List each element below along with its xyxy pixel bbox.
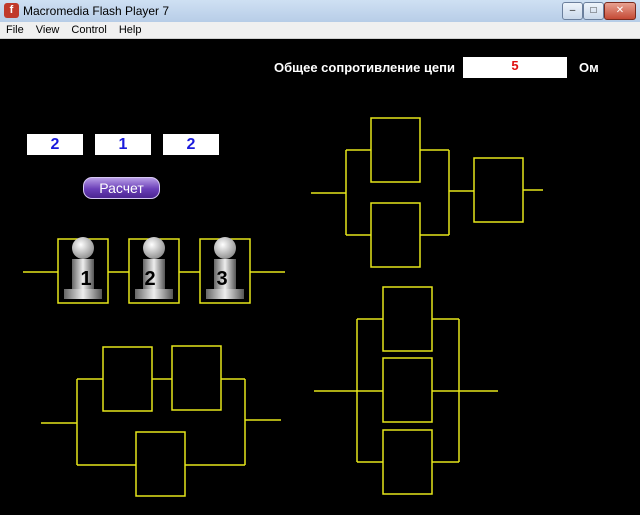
circuit-top-right [311, 117, 543, 268]
resistance-input-2[interactable] [95, 134, 151, 155]
bulb-number: 3 [216, 268, 227, 290]
total-resistance-label: Общее сопротивление цепи [274, 60, 456, 75]
calculate-button[interactable]: Расчет [83, 177, 160, 199]
circuit-bottom-left [41, 345, 281, 497]
unit-label: Ом [579, 60, 599, 75]
resistor-box[interactable] [370, 117, 421, 183]
resistor-box[interactable] [102, 346, 153, 412]
resistor-box[interactable] [382, 429, 433, 495]
total-resistance-output: 5 [463, 57, 567, 78]
resistance-input-1[interactable] [27, 134, 83, 155]
resistor-box[interactable] [382, 357, 433, 423]
bulb-number: 2 [144, 268, 155, 290]
resistor-box[interactable] [171, 345, 222, 411]
circuit-bottom-right [314, 286, 498, 495]
resistor-box[interactable] [473, 157, 524, 223]
resistor-box[interactable] [370, 202, 421, 268]
bulb-number: 1 [80, 268, 91, 290]
resistor-box[interactable] [135, 431, 186, 497]
resistor-box[interactable] [382, 286, 433, 352]
resistance-input-3[interactable] [163, 134, 219, 155]
